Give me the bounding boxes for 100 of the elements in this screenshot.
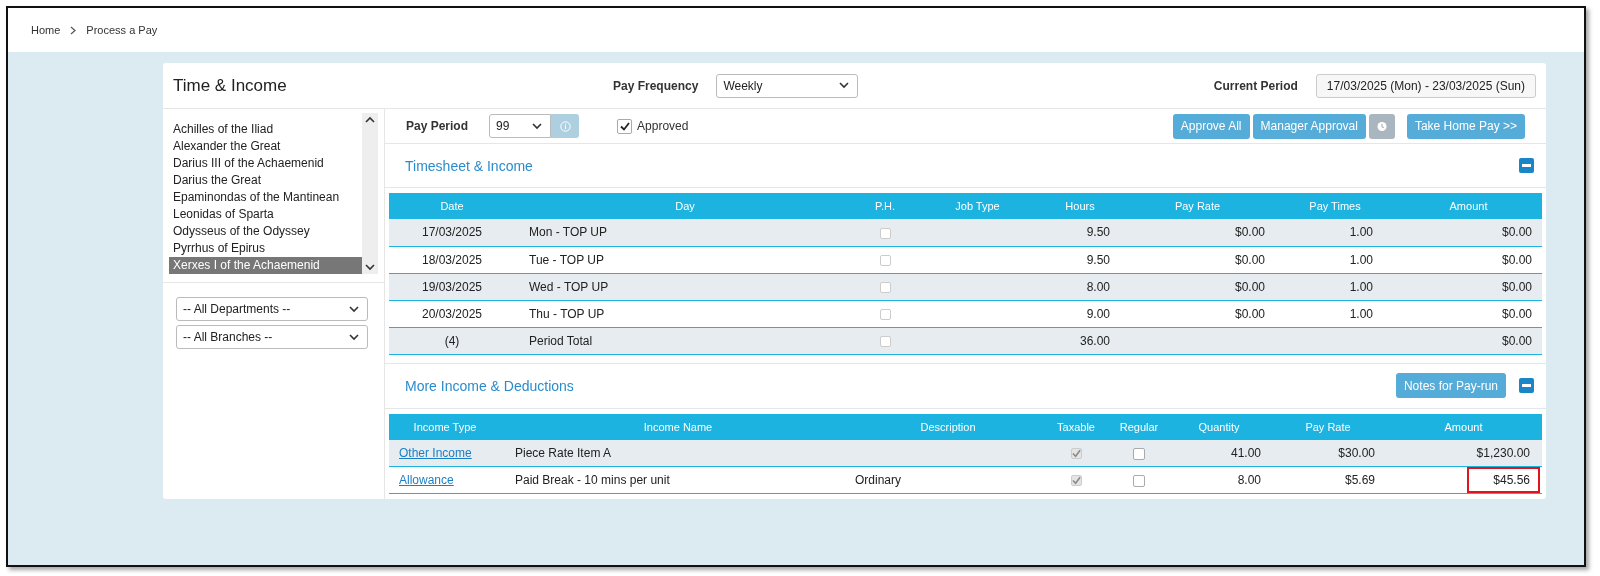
scroll-up-icon xyxy=(365,116,375,123)
employee-item[interactable]: Alexander the Great xyxy=(169,138,362,155)
employee-item[interactable]: Epaminondas of the Mantinean xyxy=(169,189,362,206)
income-name-cell: Piece Rate Item A xyxy=(501,439,855,467)
clock-icon xyxy=(1376,120,1387,132)
checkbox[interactable] xyxy=(617,118,633,134)
date-cell: 19/03/2025 xyxy=(389,273,515,300)
income-type-link[interactable]: Other Income xyxy=(399,445,472,460)
times-cell: 1.00 xyxy=(1275,300,1395,327)
checkbox[interactable] xyxy=(1133,447,1145,460)
chevron-down-icon xyxy=(839,82,850,89)
date-cell: 18/03/2025 xyxy=(389,246,515,273)
checkbox[interactable] xyxy=(879,227,891,239)
breadcrumb-link[interactable]: Home xyxy=(31,24,61,36)
checkbox[interactable] xyxy=(1070,448,1082,460)
chevron-down-icon xyxy=(532,122,543,130)
breadcrumb-link[interactable]: Process a Pay xyxy=(86,24,158,36)
column-header: Hours xyxy=(1040,193,1120,219)
count-cell: (4) xyxy=(389,327,515,354)
field-label: Pay Period xyxy=(406,119,469,133)
amount-cell: $0.00 xyxy=(1395,273,1542,300)
employee-item[interactable]: Odysseus of the Odyssey xyxy=(169,223,362,240)
column-header: P.H. xyxy=(855,193,915,219)
day-cell: Tue - TOP UP xyxy=(515,246,855,273)
chevron-down-icon xyxy=(349,333,359,341)
column-header: Amount xyxy=(1395,193,1542,219)
amount-cell: $0.00 xyxy=(1395,219,1542,246)
checkbox[interactable] xyxy=(879,254,891,266)
chevron-right-icon xyxy=(70,25,77,35)
employee-item[interactable]: Pyrrhus of Epirus xyxy=(169,240,362,257)
income-name-cell: Paid Break - 10 mins per unit xyxy=(501,466,855,494)
hours-cell: 8.00 xyxy=(1040,273,1120,300)
description-cell: Ordinary xyxy=(855,466,1041,494)
column-header: Quantity xyxy=(1167,413,1271,440)
period-dropdown[interactable]: 99 xyxy=(489,114,552,138)
filter-dropdown[interactable]: -- All Branches -- xyxy=(176,325,368,349)
checkbox[interactable] xyxy=(1070,475,1082,487)
highlighted-amount: $45.56 xyxy=(1467,467,1540,493)
rate-cell: $0.00 xyxy=(1120,246,1275,273)
scroll-down-icon xyxy=(365,264,375,271)
checkbox[interactable] xyxy=(879,281,891,293)
field-label: Current Period xyxy=(1213,78,1298,93)
day-cell: Thu - TOP UP xyxy=(515,300,855,327)
hours-cell: 9.00 xyxy=(1040,300,1120,327)
day-cell: Wed - TOP UP xyxy=(515,273,855,300)
amount-cell-text: $1,230.00 xyxy=(1475,444,1531,462)
info-button[interactable] xyxy=(551,114,580,138)
employee-item[interactable]: Darius III of the Achaemenid xyxy=(169,155,362,172)
amount-cell: $0.00 xyxy=(1395,300,1542,327)
scrollbar[interactable] xyxy=(362,113,378,274)
times-cell: 1.00 xyxy=(1275,219,1395,246)
rate-cell: $30.00 xyxy=(1271,439,1385,467)
hours-cell: 36.00 xyxy=(1040,327,1120,354)
rate-cell: $5.69 xyxy=(1271,466,1385,494)
employee-item[interactable]: Achilles of the Iliad xyxy=(169,121,362,138)
amount-cell: $0.00 xyxy=(1395,327,1542,354)
collapse-button[interactable] xyxy=(1519,378,1534,393)
column-header: Pay Rate xyxy=(1271,413,1385,440)
column-header: Job Type xyxy=(915,193,1040,219)
checkmark-icon xyxy=(1071,476,1081,486)
section-title: More Income & Deductions xyxy=(405,377,574,394)
checkbox[interactable] xyxy=(879,308,891,320)
checkbox-label: Approved xyxy=(637,119,689,133)
quantity-cell: 41.00 xyxy=(1167,439,1271,467)
column-header: Pay Times xyxy=(1275,193,1395,219)
hours-cell: 9.50 xyxy=(1040,219,1120,246)
column-header: Taxable xyxy=(1041,413,1111,440)
section-title: Timesheet & Income xyxy=(405,157,533,174)
info-icon xyxy=(559,120,571,132)
checkmark-icon xyxy=(1071,449,1081,459)
column-header: Regular xyxy=(1111,413,1167,440)
collapse-button[interactable] xyxy=(1519,158,1534,173)
times-cell: 1.00 xyxy=(1275,273,1395,300)
day-cell: Mon - TOP UP xyxy=(515,219,855,246)
chevron-down-icon xyxy=(349,305,359,313)
employee-item[interactable]: Leonidas of Sparta xyxy=(169,206,362,223)
amount-cell: $0.00 xyxy=(1395,246,1542,273)
hours-cell: 9.50 xyxy=(1040,246,1120,273)
times-cell: 1.00 xyxy=(1275,246,1395,273)
checkbox[interactable] xyxy=(879,335,891,347)
minus-icon xyxy=(1522,161,1531,170)
total-label: Period Total xyxy=(515,327,855,354)
rate-cell: $0.00 xyxy=(1120,273,1275,300)
minus-icon xyxy=(1522,381,1531,390)
employee-item[interactable]: Xerxes I of the Achaemenid xyxy=(169,257,362,274)
frequency-dropdown[interactable]: Weekly xyxy=(716,73,859,98)
date-cell: 20/03/2025 xyxy=(389,300,515,327)
column-header: Amount xyxy=(1385,413,1542,440)
rate-cell: $0.00 xyxy=(1120,219,1275,246)
filter-dropdown[interactable]: -- All Departments -- xyxy=(176,297,368,321)
page-title: Time & Income xyxy=(173,75,288,96)
column-header: Date xyxy=(389,193,515,219)
employee-item[interactable]: Darius the Great xyxy=(169,172,362,189)
checkmark-icon xyxy=(619,121,630,131)
column-header: Pay Rate xyxy=(1120,193,1275,219)
clock-button[interactable] xyxy=(1368,113,1395,139)
column-header: Description xyxy=(855,413,1041,440)
period-field: 17/03/2025 (Mon) - 23/03/2025 (Sun) xyxy=(1315,73,1536,98)
checkbox[interactable] xyxy=(1133,474,1145,487)
income-type-link[interactable]: Allowance xyxy=(399,473,454,487)
